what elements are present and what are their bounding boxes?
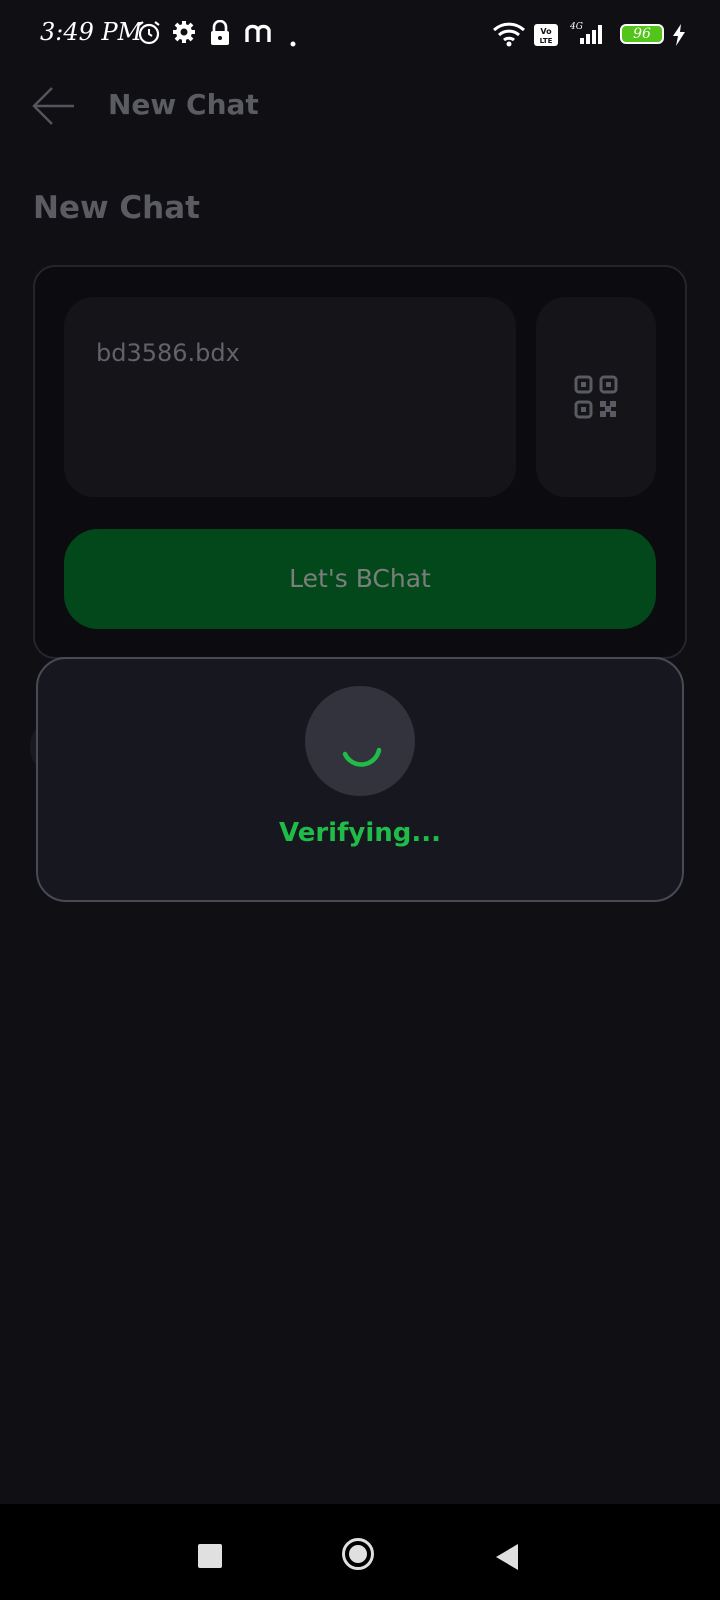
loading-spinner-icon [342,747,382,767]
address-input[interactable]: bd3586.bdx [64,297,516,497]
svg-text:LTE: LTE [540,37,553,45]
dot-icon [290,32,296,51]
home-icon[interactable] [342,1538,374,1570]
lock-icon [210,19,230,50]
recents-icon[interactable] [198,1544,222,1568]
back-button[interactable] [28,84,80,128]
home-icon-inner [349,1545,367,1563]
signal-4g-icon: 4G [568,20,608,50]
settings-icon [172,20,196,48]
alarm-icon [137,20,161,50]
svg-text:4G: 4G [569,22,583,32]
m-app-icon [244,20,272,48]
charging-icon [672,24,686,50]
address-input-value: bd3586.bdx [96,339,240,367]
qr-code-icon [574,375,618,419]
wifi-icon [492,22,526,52]
volte-icon: Vo LTE [534,24,558,50]
loading-spinner [305,686,415,796]
header-title: New Chat [108,88,259,121]
back-icon[interactable] [494,1542,520,1572]
navigation-bar [0,1504,720,1600]
lets-bchat-button[interactable]: Let's BChat [64,529,656,629]
back-arrow-icon [32,87,74,125]
battery-icon: 96 [620,24,664,44]
qr-scan-button[interactable] [536,297,656,497]
status-time: 3:49 PM [40,18,143,46]
section-title: New Chat [33,190,200,226]
svg-text:Vo: Vo [540,27,552,36]
status-bar: 3:49 PM Vo LTE 4G 96 [0,0,720,70]
verifying-message: Verifying... [279,818,441,848]
new-chat-screen: 3:49 PM Vo LTE 4G 96 New Chat New Chat b… [0,0,720,1600]
